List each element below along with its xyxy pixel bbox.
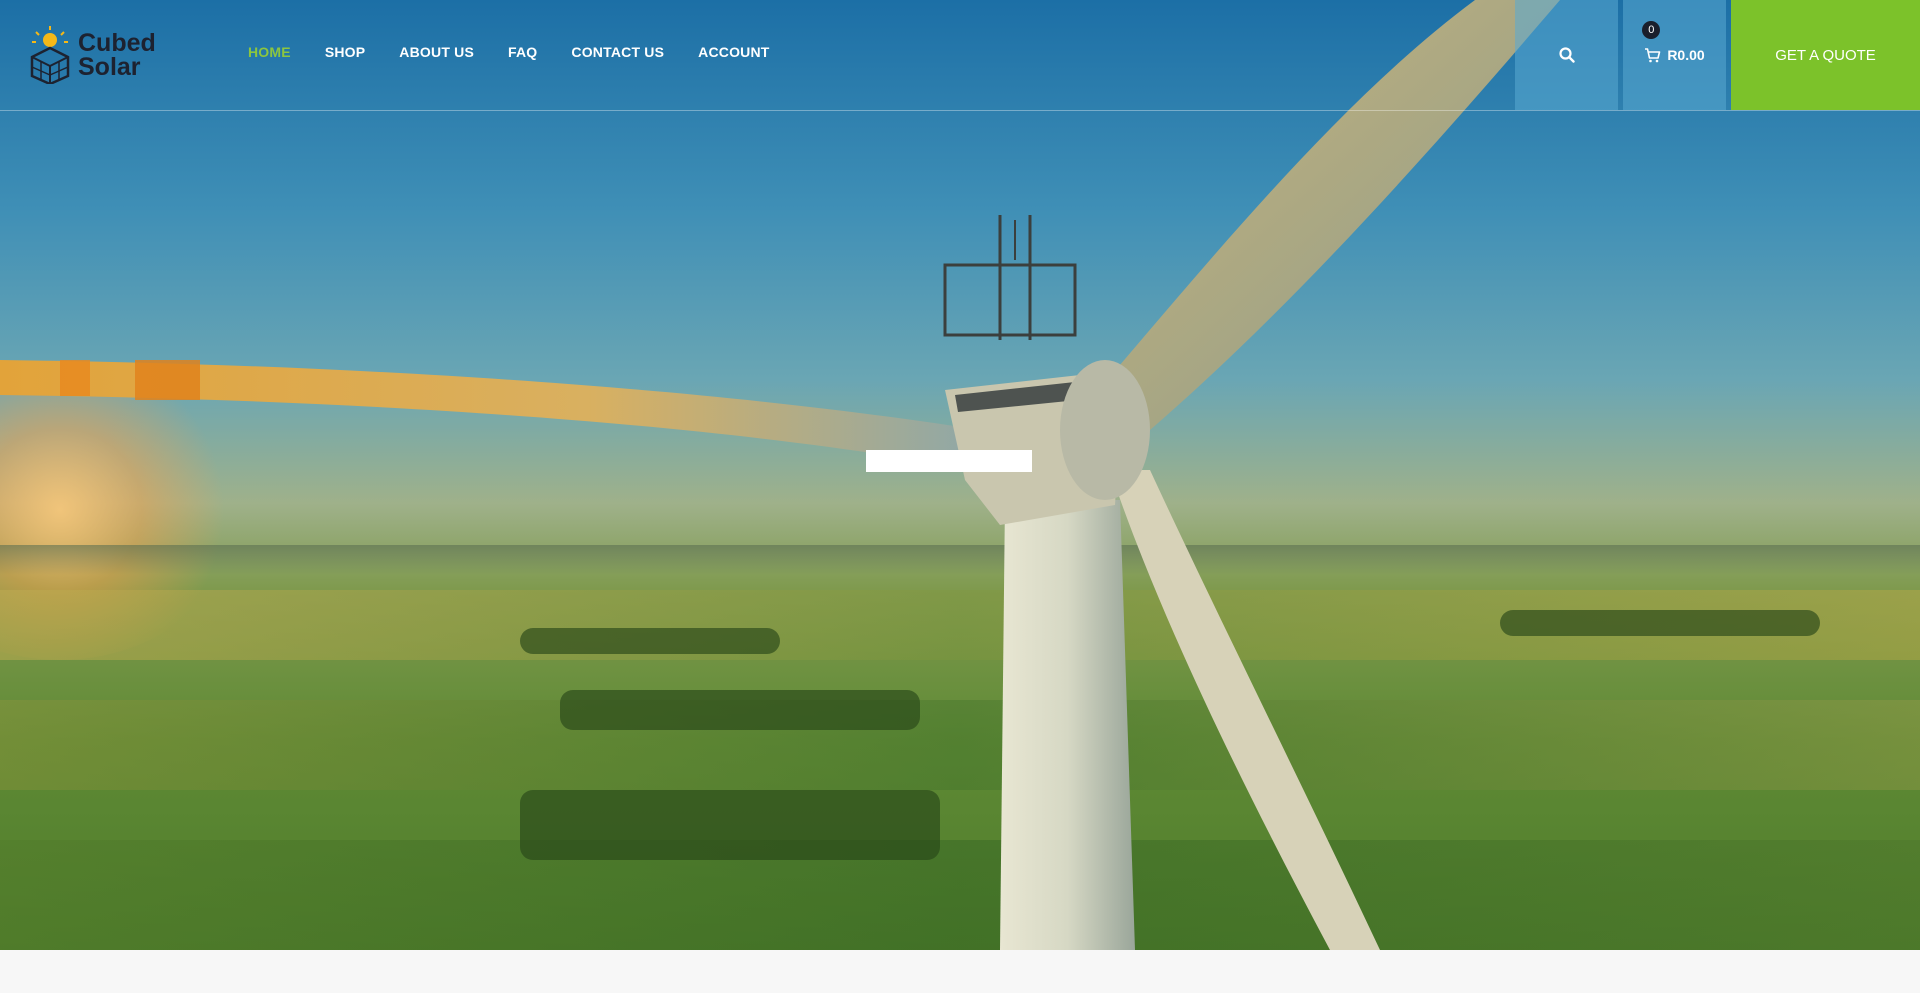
main-nav: HOME SHOP ABOUT US FAQ CONTACT US ACCOUN… [248, 44, 770, 60]
nav-item-shop[interactable]: SHOP [325, 44, 365, 60]
search-button[interactable] [1515, 0, 1618, 110]
page-content-area [0, 950, 1920, 993]
cart-total: R0.00 [1667, 47, 1705, 63]
brand-name: Cubed Solar [78, 29, 156, 81]
nav-item-faq[interactable]: FAQ [508, 44, 537, 60]
brand-name-line1: Cubed [78, 29, 156, 57]
wind-turbine-illustration [0, 0, 1560, 950]
get-a-quote-button[interactable]: GET A QUOTE [1731, 0, 1920, 110]
nav-item-account[interactable]: ACCOUNT [698, 44, 769, 60]
cart-summary: 0 R0.00 [1642, 21, 1705, 63]
nav-item-home[interactable]: HOME [248, 44, 291, 60]
brand-logo[interactable]: Cubed Solar [30, 26, 156, 84]
hero-banner [0, 0, 1920, 950]
nav-item-contact-us[interactable]: CONTACT US [571, 44, 664, 60]
site-header: Cubed Solar HOME SHOP ABOUT US FAQ CONTA… [0, 0, 1920, 111]
brand-name-line2: Solar [78, 53, 141, 81]
search-icon [1558, 47, 1575, 63]
nav-item-about-us[interactable]: ABOUT US [399, 44, 474, 60]
hero-heading-placeholder [866, 450, 1032, 472]
cart-icon [1645, 47, 1661, 62]
cart-count-badge: 0 [1642, 21, 1661, 39]
solar-cube-icon [30, 26, 70, 84]
cart-button[interactable]: 0 R0.00 [1623, 0, 1726, 110]
